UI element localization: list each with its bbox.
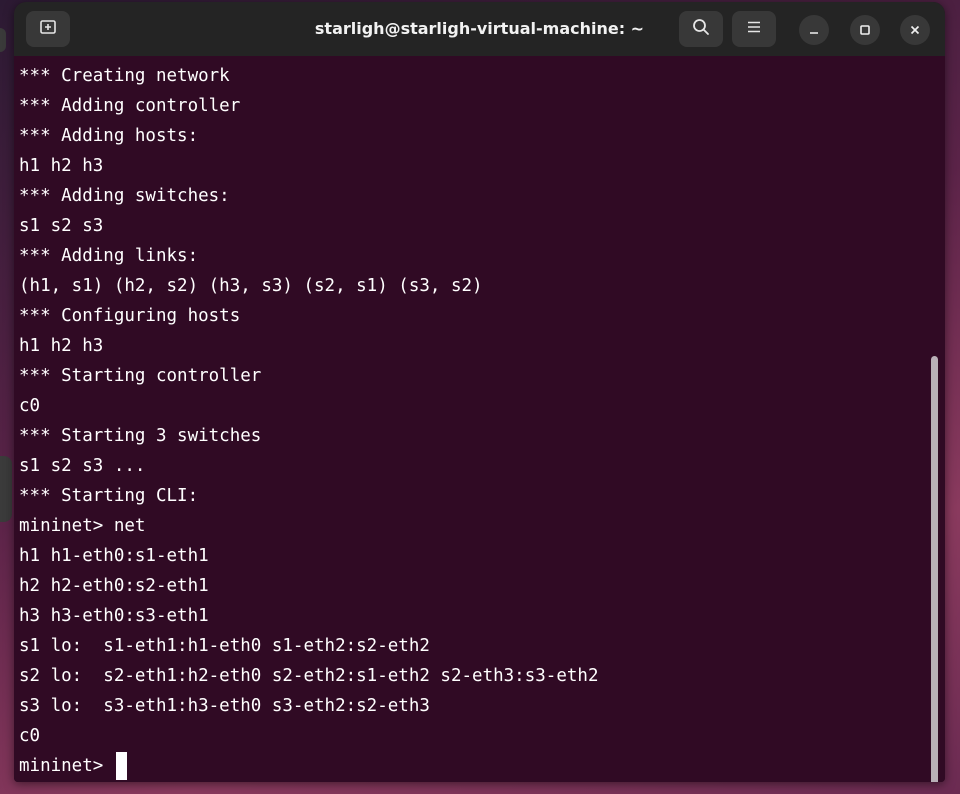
terminal-line: (h1, s1) (h2, s2) (h3, s3) (s2, s1) (s3,…: [19, 276, 483, 296]
terminal-line: h1 h2 h3: [19, 156, 104, 176]
maximize-button[interactable]: [850, 15, 880, 45]
new-tab-button[interactable]: [26, 11, 70, 47]
terminal-line: *** Creating network: [19, 66, 230, 86]
menu-button[interactable]: [732, 11, 776, 47]
terminal-line: s3 lo: s3-eth1:h3-eth0 s3-eth2:s2-eth3: [19, 696, 430, 716]
close-button[interactable]: [900, 15, 930, 45]
title-bar[interactable]: starligh@starligh-virtual-machine: ~: [14, 2, 945, 56]
minimize-icon: [808, 21, 820, 40]
terminal-line: s1 lo: s1-eth1:h1-eth0 s1-eth2:s2-eth2: [19, 636, 430, 656]
terminal-line: *** Adding hosts:: [19, 126, 199, 146]
text-cursor: [115, 752, 127, 780]
terminal-line: c0: [19, 396, 41, 416]
terminal-line: h3 h3-eth0:s3-eth1: [19, 606, 209, 626]
terminal-line: *** Starting 3 switches: [19, 426, 262, 446]
terminal-line: *** Configuring hosts: [19, 306, 241, 326]
terminal-line: h2 h2-eth0:s2-eth1: [19, 576, 209, 596]
prompt-text: mininet>: [19, 756, 114, 776]
terminal-line: *** Adding switches:: [19, 186, 230, 206]
new-tab-icon: [39, 18, 57, 40]
vertical-scrollbar[interactable]: [931, 356, 938, 782]
search-button[interactable]: [679, 11, 723, 47]
search-icon: [692, 18, 710, 40]
dock-edge: [0, 28, 6, 52]
maximize-icon: [859, 21, 871, 40]
terminal-window: starligh@starligh-virtual-machine: ~ ***…: [14, 2, 945, 782]
minimize-button[interactable]: [799, 15, 829, 45]
terminal-line: mininet> net: [19, 516, 146, 536]
terminal-line: h1 h1-eth0:s1-eth1: [19, 546, 209, 566]
terminal-line: *** Starting CLI:: [19, 486, 199, 506]
terminal-line: s1 s2 s3: [19, 216, 104, 236]
terminal-line: h1 h2 h3: [19, 336, 104, 356]
close-icon: [909, 21, 921, 40]
terminal-output-area[interactable]: *** Creating network *** Adding controll…: [14, 56, 945, 782]
terminal-lines: *** Creating network *** Adding controll…: [19, 61, 598, 781]
terminal-line: s1 s2 s3 ...: [19, 456, 146, 476]
terminal-line: *** Starting controller: [19, 366, 262, 386]
dock-app-indicator[interactable]: [0, 456, 12, 522]
command-prompt-line[interactable]: mininet>: [19, 751, 598, 781]
terminal-line: *** Adding links:: [19, 246, 199, 266]
hamburger-menu-icon: [746, 19, 762, 39]
terminal-line: s2 lo: s2-eth1:h2-eth0 s2-eth2:s1-eth2 s…: [19, 666, 599, 686]
terminal-line: c0: [19, 726, 41, 746]
terminal-line: *** Adding controller: [19, 96, 241, 116]
